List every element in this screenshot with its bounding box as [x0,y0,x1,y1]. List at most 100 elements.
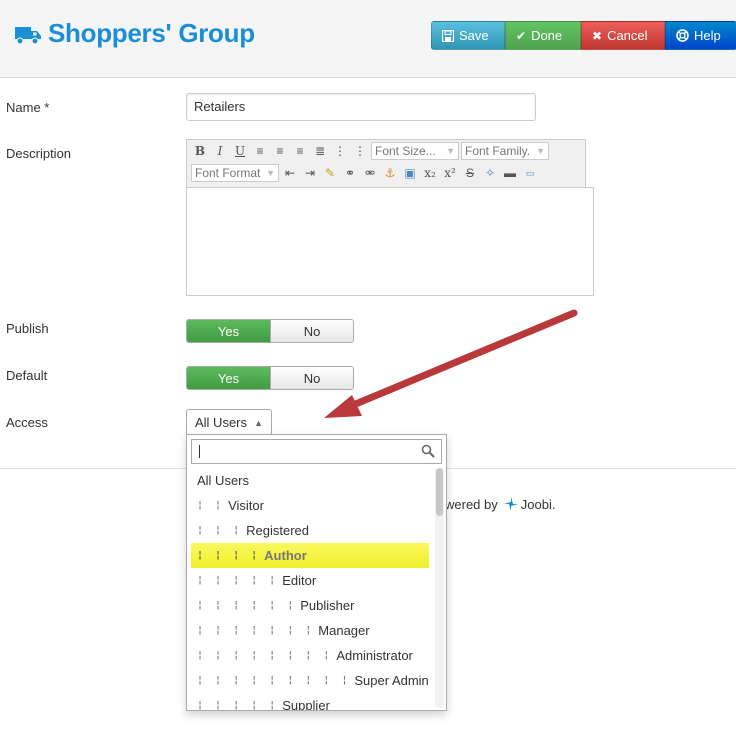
save-button[interactable]: Save [431,21,505,50]
publish-no-button[interactable]: No [270,320,353,342]
search-icon [421,444,435,458]
option-label: Administrator [336,648,413,663]
x-icon: ✖ [592,28,603,43]
option-label: Author [264,548,307,563]
cancel-label: Cancel [607,28,648,43]
option-label: Visitor [228,498,264,513]
anchor-icon[interactable]: ⚓ [381,164,399,182]
dropdown-option[interactable]: ¦ ¦ ¦ ¦ ¦ ¦ ¦ ¦ ¦Super Administrator [191,668,429,693]
align-right-icon[interactable]: ≡ [291,142,309,160]
done-button[interactable]: ✔ Done [505,21,581,50]
html-icon[interactable]: ▭ [521,164,539,182]
option-label: Supplier [282,698,330,711]
lifebuoy-icon [676,29,689,42]
scrollbar-thumb[interactable] [436,468,443,516]
indent-marker: ¦ ¦ ¦ ¦ ¦ ¦ ¦ ¦ [197,650,333,661]
font-format-select[interactable]: Font Format ▼ [191,164,279,182]
indent-marker: ¦ ¦ ¦ ¦ ¦ ¦ ¦ ¦ ¦ [197,675,351,686]
align-center-icon[interactable]: ≡ [271,142,289,160]
name-label: Name * [6,100,50,115]
floppy-icon [442,29,454,42]
option-label: All Users [197,473,250,488]
page: Shoppers' Group Save ✔ Done ✖ Cancel Hel… [0,0,736,732]
chevron-up-icon: ▲ [254,417,263,428]
save-label: Save [459,28,489,43]
italic-icon[interactable]: I [211,142,229,160]
access-value: All Users [195,415,248,430]
option-label: Editor [282,573,317,588]
done-label: Done [531,28,563,43]
indent-marker: ¦ ¦ ¦ ¦ ¦ ¦ [197,600,297,611]
editor-toolbar-row-1: B I U ≡ ≡ ≡ ≣ ⋮ ⋮ Font Size... ▼ Font Fam… [187,140,585,162]
indent-marker: ¦ ¦ ¦ [197,525,243,536]
description-editor[interactable] [186,187,594,296]
joobi-brand: Joobi. [520,496,556,512]
bullet-list-icon[interactable]: ⋮ [351,142,369,160]
option-label: Super Administrator [354,673,429,688]
indent-marker: ¦ ¦ [197,500,225,511]
bold-icon[interactable]: B [191,142,209,160]
publish-toggle: Yes No [186,319,354,343]
description-label: Description [6,146,72,161]
dropdown-option[interactable]: ¦ ¦ ¦ ¦ Author [191,543,429,568]
image-icon[interactable]: ▣ [401,164,419,182]
dropdown-option[interactable]: ¦ ¦ ¦ ¦ ¦ ¦ Publisher [191,593,429,618]
chevron-down-icon: ▼ [536,146,545,156]
access-dropdown: All Users ¦ ¦ Visitor ¦ ¦ ¦ Registered ¦ ¦ ¦ … [186,434,447,711]
dropdown-option[interactable]: ¦ ¦ ¦ ¦ ¦ Supplier [191,693,429,711]
superscript-icon[interactable]: x² [441,164,459,182]
dropdown-option[interactable]: All Users [191,468,429,493]
option-list: All Users ¦ ¦ Visitor ¦ ¦ ¦ Registered ¦ ¦ ¦ … [191,468,429,711]
underline-icon[interactable]: U [231,142,249,160]
powered-text: wered by [445,496,498,512]
font-size-value: Font Size... [375,144,436,158]
truck-icon [15,26,41,44]
title-group: Shoppers' Group [14,18,255,49]
font-family-value: Font Family. [465,144,531,158]
search-input[interactable] [191,439,442,464]
dropdown-option[interactable]: ¦ ¦ Visitor [191,493,429,518]
edit-icon[interactable]: ✎ [321,164,339,182]
indent-marker: ¦ ¦ ¦ ¦ [197,550,261,561]
dropdown-option[interactable]: ¦ ¦ ¦ ¦ ¦ ¦ ¦ Manager [191,618,429,643]
publish-yes-button[interactable]: Yes [187,320,270,342]
page-title: Shoppers' Group [48,18,255,48]
check-icon: ✔ [516,28,527,43]
default-yes-button[interactable]: Yes [187,367,270,389]
numbered-list-icon[interactable]: ⋮ [331,142,349,160]
toolbar: Save ✔ Done ✖ Cancel Help [431,21,736,50]
editor-toolbar-row-2: Font Format ▼ ⇤ ⇥ ✎ ⚭ ⚮ ⚓ ▣ x₂ x² S ✧ ▬ ▭ [187,162,585,184]
default-no-button[interactable]: No [270,367,353,389]
unlink-icon[interactable]: ⚮ [361,164,379,182]
cancel-button[interactable]: ✖ Cancel [581,21,665,50]
help-button[interactable]: Help [665,21,736,50]
name-field[interactable]: Retailers [186,93,536,121]
text-cursor [199,445,200,458]
dropdown-option[interactable]: ¦ ¦ ¦ ¦ ¦ Editor [191,568,429,593]
cleanup-icon[interactable]: ✧ [481,164,499,182]
dropdown-option[interactable]: ¦ ¦ ¦ Registered [191,518,429,543]
indent-marker: ¦ ¦ ¦ ¦ ¦ [197,575,279,586]
indent-marker: ¦ ¦ ¦ ¦ ¦ [197,700,279,711]
indent-icon[interactable]: ⇥ [301,164,319,182]
access-label: Access [6,415,48,430]
joobi-logo-icon [503,497,518,511]
strikethrough-icon[interactable]: S [461,164,479,182]
chevron-down-icon: ▼ [266,168,275,178]
access-select[interactable]: All Users ▲ [186,409,272,435]
default-label: Default [6,368,48,383]
link-icon[interactable]: ⚭ [341,164,359,182]
editor-toolbar: B I U ≡ ≡ ≡ ≣ ⋮ ⋮ Font Size... ▼ Font Fam… [186,139,586,188]
font-family-select[interactable]: Font Family. ▼ [461,142,549,160]
align-justify-icon[interactable]: ≣ [311,142,329,160]
help-label: Help [694,28,721,43]
dropdown-scrollbar[interactable] [435,468,444,708]
subscript-icon[interactable]: x₂ [421,164,439,182]
option-label: Registered [246,523,309,538]
outdent-icon[interactable]: ⇤ [281,164,299,182]
align-left-icon[interactable]: ≡ [251,142,269,160]
dropdown-option[interactable]: ¦ ¦ ¦ ¦ ¦ ¦ ¦ ¦ Administrator [191,643,429,668]
default-toggle: Yes No [186,366,354,390]
horizontal-rule-icon[interactable]: ▬ [501,164,519,182]
font-size-select[interactable]: Font Size... ▼ [371,142,459,160]
